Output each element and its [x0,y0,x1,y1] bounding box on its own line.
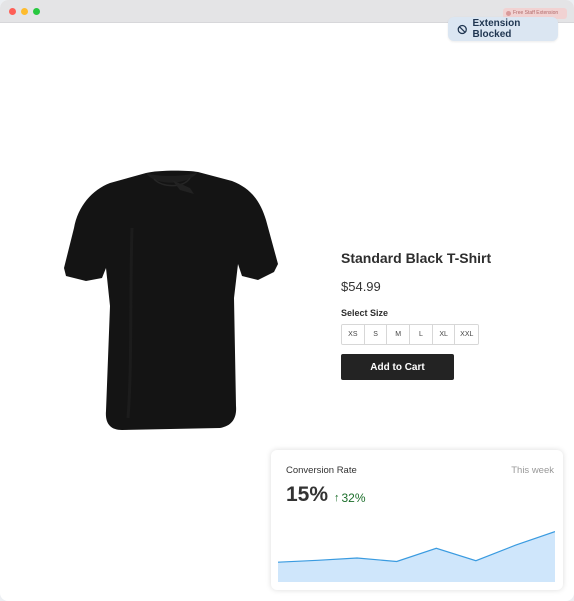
maximize-window-button[interactable] [33,8,40,15]
blocked-icon [457,24,467,34]
close-window-button[interactable] [9,8,16,15]
extension-blocked-badge: Extension Blocked [448,17,558,41]
size-option-s[interactable]: S [364,325,388,344]
product-price: $54.99 [341,279,381,294]
size-option-xl[interactable]: XL [432,325,456,344]
extension-pill-label: Free Staff Extension [513,10,559,16]
minimize-window-button[interactable] [21,8,28,15]
size-selector: XS S M L XL XXL [341,324,480,345]
size-option-m[interactable]: M [387,325,411,344]
conversion-value: 15% [286,483,329,506]
browser-window: Free Staff Extension Extension Blocked S… [0,0,574,601]
arrow-up-icon: ↑ [334,492,340,504]
conversion-sparkline [278,531,555,582]
size-option-l[interactable]: L [410,325,433,344]
tshirt-image [64,170,278,430]
add-to-cart-button[interactable]: Add to Cart [341,354,454,380]
conversion-change: ↑ 32% [334,491,366,505]
sparkline-area [278,531,555,582]
conversion-period: This week [511,465,554,476]
conversion-change-value: 32% [341,491,366,505]
size-option-xxl[interactable]: XXL [455,325,479,344]
size-label: Select Size [341,308,389,318]
size-option-xs[interactable]: XS [342,325,365,344]
conversion-rate-card: Conversion Rate This week 15% ↑ 32% [271,450,563,590]
extension-icon [506,11,511,16]
extension-blocked-label: Extension Blocked [472,18,521,40]
conversion-title: Conversion Rate [286,465,357,476]
product-title: Standard Black T-Shirt [341,250,492,266]
